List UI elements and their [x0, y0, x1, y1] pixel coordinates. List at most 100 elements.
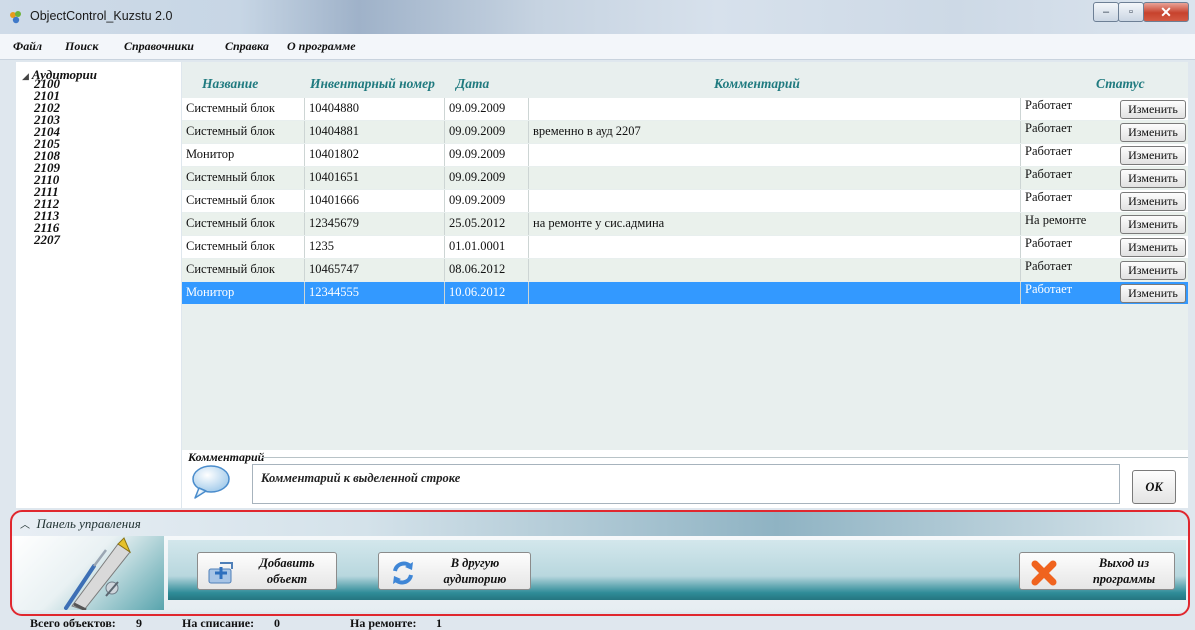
table-row[interactable]: Системный блок 10404881 09.09.2009 временно…: [182, 121, 1188, 143]
maximize-button[interactable]: ▫: [1118, 2, 1144, 22]
menu-bar: Файл Поиск Справочники Справка О програм…: [0, 34, 1195, 60]
cell-name[interactable]: Системный блок: [182, 259, 304, 281]
change-button[interactable]: Изменить: [1120, 169, 1186, 188]
change-button[interactable]: Изменить: [1120, 192, 1186, 211]
control-panel-title-text: Панель управления: [36, 516, 141, 531]
cell-date[interactable]: 09.09.2009: [444, 98, 528, 120]
add-object-icon: [208, 562, 233, 584]
status-repair-label: На ремонте:: [350, 616, 417, 630]
table-row[interactable]: Монитор 10401802 09.09.2009 Работает Изменит…: [182, 144, 1188, 166]
close-button[interactable]: ✕: [1143, 2, 1189, 22]
tree-node-room[interactable]: 2207: [34, 233, 60, 246]
cell-status[interactable]: Работает: [1020, 167, 1115, 189]
cell-inventory[interactable]: 10401666: [304, 190, 444, 212]
column-comment[interactable]: Комментарий: [714, 76, 800, 92]
cell-name[interactable]: Системный блок: [182, 98, 304, 120]
cell-comment[interactable]: [528, 190, 1020, 212]
cell-inventory[interactable]: 10401651: [304, 167, 444, 189]
cell-status[interactable]: Работает: [1020, 98, 1115, 120]
cell-date[interactable]: 10.06.2012: [444, 282, 528, 304]
move-room-label-1: В другую: [450, 556, 500, 570]
table-row[interactable]: Системный блок 10404880 09.09.2009 Работает…: [182, 98, 1188, 120]
objects-grid: Название Инвентарный номер Дата Коммента…: [182, 62, 1188, 450]
column-name[interactable]: Название: [202, 76, 258, 92]
table-row[interactable]: Системный блок 10465747 08.06.2012 Работает…: [182, 259, 1188, 281]
cell-date[interactable]: 08.06.2012: [444, 259, 528, 281]
cell-comment[interactable]: временно в ауд 2207: [528, 121, 1020, 143]
cell-inventory[interactable]: 10404880: [304, 98, 444, 120]
cell-inventory[interactable]: 10404881: [304, 121, 444, 143]
change-button[interactable]: Изменить: [1120, 261, 1186, 280]
speech-bubble-icon: [192, 465, 230, 499]
cell-name[interactable]: Монитор: [182, 282, 304, 304]
cell-date[interactable]: 09.09.2009: [444, 190, 528, 212]
column-inventory[interactable]: Инвентарный номер: [310, 76, 435, 92]
status-repair-value: 1: [436, 616, 442, 630]
comment-label: Комментарий: [188, 450, 265, 464]
cell-status[interactable]: Работает: [1020, 190, 1115, 212]
menu-help[interactable]: Справка: [225, 39, 269, 54]
cell-status[interactable]: Работает: [1020, 144, 1115, 166]
table-row[interactable]: Системный блок 12345679 25.05.2012 на ремон…: [182, 213, 1188, 235]
cell-status[interactable]: На ремонте: [1020, 213, 1115, 235]
cell-date[interactable]: 25.05.2012: [444, 213, 528, 235]
rooms-tree: ◢ Аудитории 2100 2101 2102 2103 2104 2105 2108 2…: [16, 62, 181, 508]
add-object-button[interactable]: Добавить объект: [197, 552, 337, 590]
table-row[interactable]: Системный блок 1235 01.01.0001 Работает Изме…: [182, 236, 1188, 258]
cell-name[interactable]: Системный блок: [182, 213, 304, 235]
table-row[interactable]: Системный блок 10401651 09.09.2009 Работает…: [182, 167, 1188, 189]
collapse-arrow-icon[interactable]: ◢: [22, 71, 29, 81]
exit-button[interactable]: Выход из программы: [1019, 552, 1175, 590]
cell-status[interactable]: Работает: [1020, 121, 1115, 143]
cell-name[interactable]: Монитор: [182, 144, 304, 166]
menu-about[interactable]: О программе: [287, 39, 356, 54]
change-button[interactable]: Изменить: [1120, 215, 1186, 234]
cell-comment[interactable]: [528, 236, 1020, 258]
cell-name[interactable]: Системный блок: [182, 190, 304, 212]
menu-file[interactable]: Файл: [13, 39, 42, 54]
table-row[interactable]: Монитор 12344555 10.06.2012 Работает Изменит…: [182, 282, 1188, 304]
change-button[interactable]: Изменить: [1120, 238, 1186, 257]
cell-name[interactable]: Системный блок: [182, 236, 304, 258]
cell-date[interactable]: 01.01.0001: [444, 236, 528, 258]
change-button[interactable]: Изменить: [1120, 284, 1186, 303]
cell-comment[interactable]: [528, 98, 1020, 120]
cell-inventory[interactable]: 12344555: [304, 282, 444, 304]
maximize-icon: ▫: [1129, 6, 1133, 18]
menu-search[interactable]: Поиск: [65, 39, 98, 54]
move-room-label-2: аудиторию: [443, 572, 507, 586]
ok-button[interactable]: OK: [1132, 470, 1176, 504]
table-row[interactable]: Системный блок 10401666 09.09.2009 Работает…: [182, 190, 1188, 212]
move-room-button[interactable]: В другую аудиторию: [378, 552, 531, 590]
cell-inventory[interactable]: 10401802: [304, 144, 444, 166]
change-button[interactable]: Изменить: [1120, 123, 1186, 142]
cell-status[interactable]: Работает: [1020, 236, 1115, 258]
cell-comment[interactable]: [528, 167, 1020, 189]
exit-label-2: программы: [1092, 572, 1156, 586]
comment-text-field[interactable]: Комментарий к выделенной строке: [252, 464, 1120, 504]
cell-inventory[interactable]: 1235: [304, 236, 444, 258]
comment-divider: [262, 457, 1188, 458]
cell-date[interactable]: 09.09.2009: [444, 121, 528, 143]
cell-comment[interactable]: на ремонте у сис.админа: [528, 213, 1020, 235]
cell-inventory[interactable]: 10465747: [304, 259, 444, 281]
cell-date[interactable]: 09.09.2009: [444, 167, 528, 189]
cell-comment[interactable]: [528, 144, 1020, 166]
change-button[interactable]: Изменить: [1120, 146, 1186, 165]
cell-comment[interactable]: [528, 259, 1020, 281]
minimize-button[interactable]: ‒: [1093, 2, 1119, 22]
status-writeoff-value: 0: [274, 616, 280, 630]
cell-status[interactable]: Работает: [1020, 282, 1115, 304]
cell-name[interactable]: Системный блок: [182, 121, 304, 143]
cell-name[interactable]: Системный блок: [182, 167, 304, 189]
control-panel-header[interactable]: ︿ Панель управления: [12, 512, 1188, 536]
cell-comment[interactable]: [528, 282, 1020, 304]
column-date[interactable]: Дата: [456, 76, 489, 92]
cell-date[interactable]: 09.09.2009: [444, 144, 528, 166]
menu-references[interactable]: Справочники: [124, 39, 194, 54]
cell-status[interactable]: Работает: [1020, 259, 1115, 281]
column-status[interactable]: Статус: [1096, 76, 1145, 92]
grid-header: Название Инвентарный номер Дата Коммента…: [182, 62, 1188, 98]
cell-inventory[interactable]: 12345679: [304, 213, 444, 235]
change-button[interactable]: Изменить: [1120, 100, 1186, 119]
